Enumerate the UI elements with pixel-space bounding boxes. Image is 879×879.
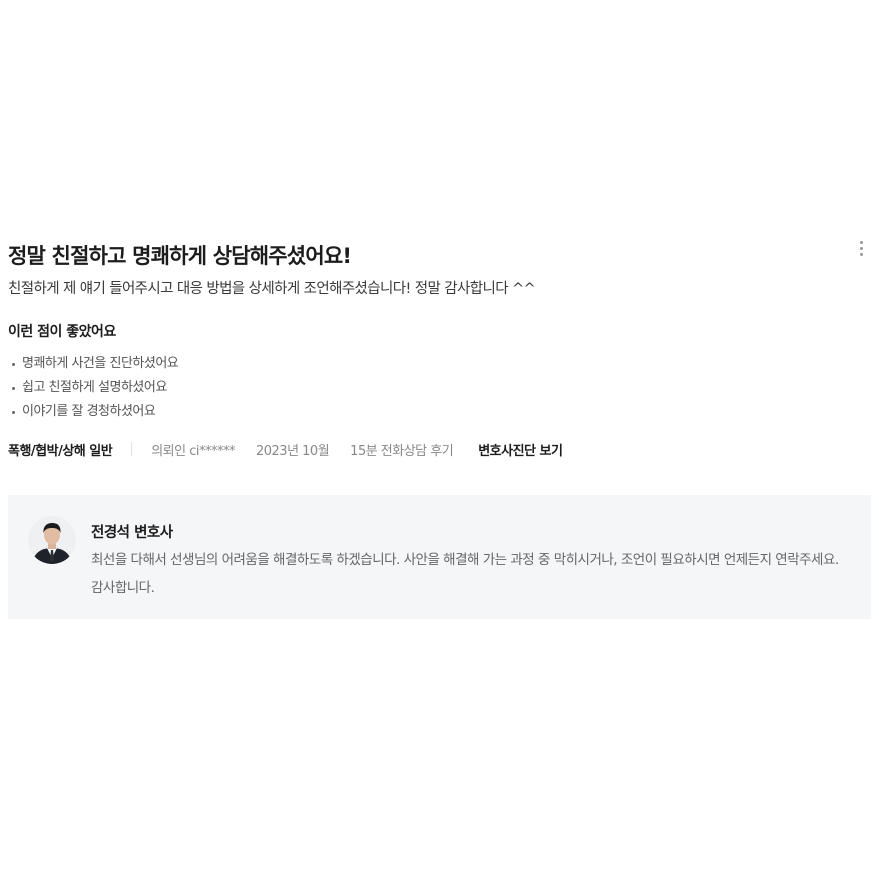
good-point-item: 이야기를 잘 경청하셨어요	[12, 400, 178, 424]
good-points-heading-text: 이런 점이 좋았어요	[8, 324, 116, 340]
good-point-item: 쉽고 친절하게 설명하셨어요	[12, 376, 178, 400]
meta-divider	[131, 442, 133, 456]
review-date: 2023년 10월	[255, 443, 330, 459]
consult-type: 15분 전화상담 후기	[350, 443, 454, 459]
good-point-item: 명쾌하게 사건을 진단하셨어요	[12, 352, 179, 376]
review-meta: 폭행/협박/상해 일반 의뢰인 ci****** 2023년 10월 15분 전…	[8, 439, 563, 459]
lawyer-reply: 전경석 변호사 최선을 다해서 선생님의 어려움을 해결하도록 하겠습니다. 사…	[8, 495, 871, 619]
review-body: 친절하게 제 얘기 들어주시고 대응 방법을 상세하게 조언해주셨습니다! 정말…	[8, 281, 536, 297]
review-title: 정말 친절하고 명쾌하게 상담해주셨어요!	[8, 244, 352, 268]
good-points-list: 명쾌하게 사건을 진단하셨어요 쉽고 친절하게 설명하셨어요 이야기를 잘 경청…	[12, 352, 179, 424]
good-points-heading: 이런 점이 좋았어요	[8, 321, 128, 343]
client-id: 의뢰인 ci******	[151, 443, 235, 459]
more-vertical-icon	[859, 240, 863, 244]
lawyer-avatar	[28, 516, 76, 564]
more-vertical-icon	[859, 246, 863, 250]
case-category: 폭행/협박/상해 일반	[8, 443, 113, 459]
more-options-button[interactable]	[854, 238, 868, 258]
reply-text: 최선을 다해서 선생님의 어려움을 해결하도록 하겠습니다. 사안을 해결해 가…	[91, 552, 839, 596]
diagnosis-link[interactable]: 변호사진단 보기	[478, 440, 563, 459]
more-vertical-icon	[859, 252, 863, 256]
lawyer-name: 전경석 변호사	[91, 525, 173, 541]
